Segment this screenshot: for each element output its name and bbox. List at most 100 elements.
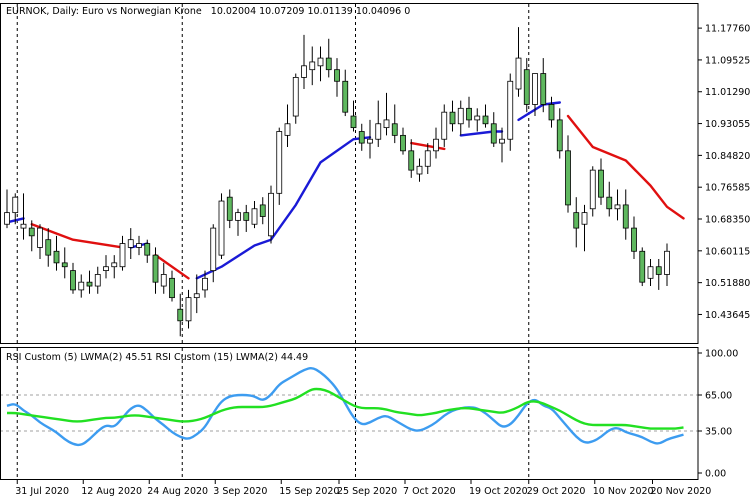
candle-body [235, 212, 241, 221]
candle-body [655, 266, 662, 275]
candle-body [482, 115, 489, 125]
candle-body [581, 212, 588, 225]
candle [507, 73, 514, 151]
candle [259, 197, 266, 225]
candle-body [334, 69, 340, 82]
candle-body [548, 104, 555, 121]
candle [169, 270, 175, 302]
candle [276, 127, 283, 205]
rsi-tick-label: 100.00 [705, 349, 738, 360]
candle [301, 34, 307, 89]
candle [474, 108, 481, 132]
candle [358, 123, 365, 151]
candle [433, 127, 439, 159]
candle-body [111, 262, 118, 268]
date-tick-label: 12 Aug 2020 [81, 486, 142, 497]
candle [350, 100, 357, 132]
candle-body [540, 73, 547, 105]
candle [45, 228, 52, 267]
candle [631, 216, 637, 259]
candle [70, 262, 76, 294]
candle [449, 100, 456, 132]
candle-body [507, 80, 514, 140]
candle-body [301, 65, 307, 78]
candle [565, 135, 571, 213]
candle-body [268, 192, 274, 237]
candle [325, 38, 332, 78]
candle [400, 127, 406, 155]
price-tick-label: 11.01290 [705, 87, 750, 98]
candle-body [416, 165, 423, 175]
candle [127, 228, 134, 259]
chart-window[interactable]: 11.17760 11.09525 11.01290 10.93055 10.84820… [0, 0, 750, 500]
date-tick-label: 20 Nov 2020 [651, 486, 712, 497]
date-tick-label: 19 Oct 2020 [469, 486, 528, 497]
candle-body [70, 270, 76, 291]
price-tick-label: 10.76585 [705, 183, 750, 194]
candle [367, 119, 373, 159]
candle [655, 259, 662, 290]
candle-body [226, 196, 233, 221]
candle-body [598, 169, 604, 198]
rsi-subwindow [0, 367, 698, 447]
candle-body [152, 254, 159, 283]
candle [309, 46, 316, 86]
candle-body [647, 266, 654, 279]
candle-body [169, 277, 175, 299]
chart-canvas[interactable]: 11.17760 11.09525 11.01290 10.93055 10.84820… [0, 0, 750, 500]
candle-body [532, 73, 538, 105]
candle-body [259, 204, 266, 217]
candle-body [433, 138, 439, 152]
candle [548, 96, 555, 128]
candle [664, 243, 670, 287]
price-tick-label: 10.43645 [705, 310, 750, 321]
candle-body [103, 266, 109, 271]
price-tick-label: 11.17760 [705, 24, 750, 35]
candle [457, 100, 464, 136]
candle-body [589, 169, 596, 210]
candle-body [136, 243, 142, 248]
price-tick-label: 10.51880 [705, 278, 750, 289]
candle-body [12, 196, 19, 214]
candle [317, 46, 324, 82]
candle-body [565, 150, 571, 206]
candle [598, 158, 604, 205]
candle-body [358, 131, 365, 144]
candle-body [342, 80, 349, 113]
header-volume: 0 [404, 6, 410, 17]
header-period: Daily: [52, 6, 79, 17]
candle-body [218, 200, 225, 256]
candle [639, 247, 646, 287]
candle-body [160, 274, 167, 287]
candle-body [28, 227, 35, 237]
candle [342, 69, 349, 117]
candle [606, 181, 613, 217]
candle [424, 143, 431, 174]
candle-body [78, 281, 85, 291]
candle-body [383, 119, 390, 129]
candle [20, 193, 27, 240]
candle [466, 96, 472, 128]
candle-body [664, 250, 670, 275]
candle [540, 58, 547, 113]
header-symbol: EURNOK, [6, 6, 49, 17]
sub-panel-frame [0, 347, 699, 480]
candle [334, 58, 340, 97]
candle-body [466, 107, 472, 121]
candle-body [185, 297, 192, 322]
candle-body [251, 208, 258, 225]
candle [111, 255, 118, 279]
chart-header: EURNOK, Daily: Euro vs Norwegian Krone 1… [6, 6, 410, 17]
candle [193, 274, 200, 314]
candle-body [400, 134, 406, 152]
candle [499, 127, 505, 163]
header-description: Euro vs Norwegian Krone [82, 6, 202, 17]
rsi-tick-label: 0.00 [705, 469, 726, 480]
candle-body [556, 119, 563, 152]
candle [515, 27, 522, 97]
candlestick-series [4, 27, 670, 337]
candle [4, 189, 10, 229]
candle-body [441, 111, 448, 140]
candle [243, 204, 250, 232]
price-tick-label: 10.60115 [705, 246, 750, 257]
